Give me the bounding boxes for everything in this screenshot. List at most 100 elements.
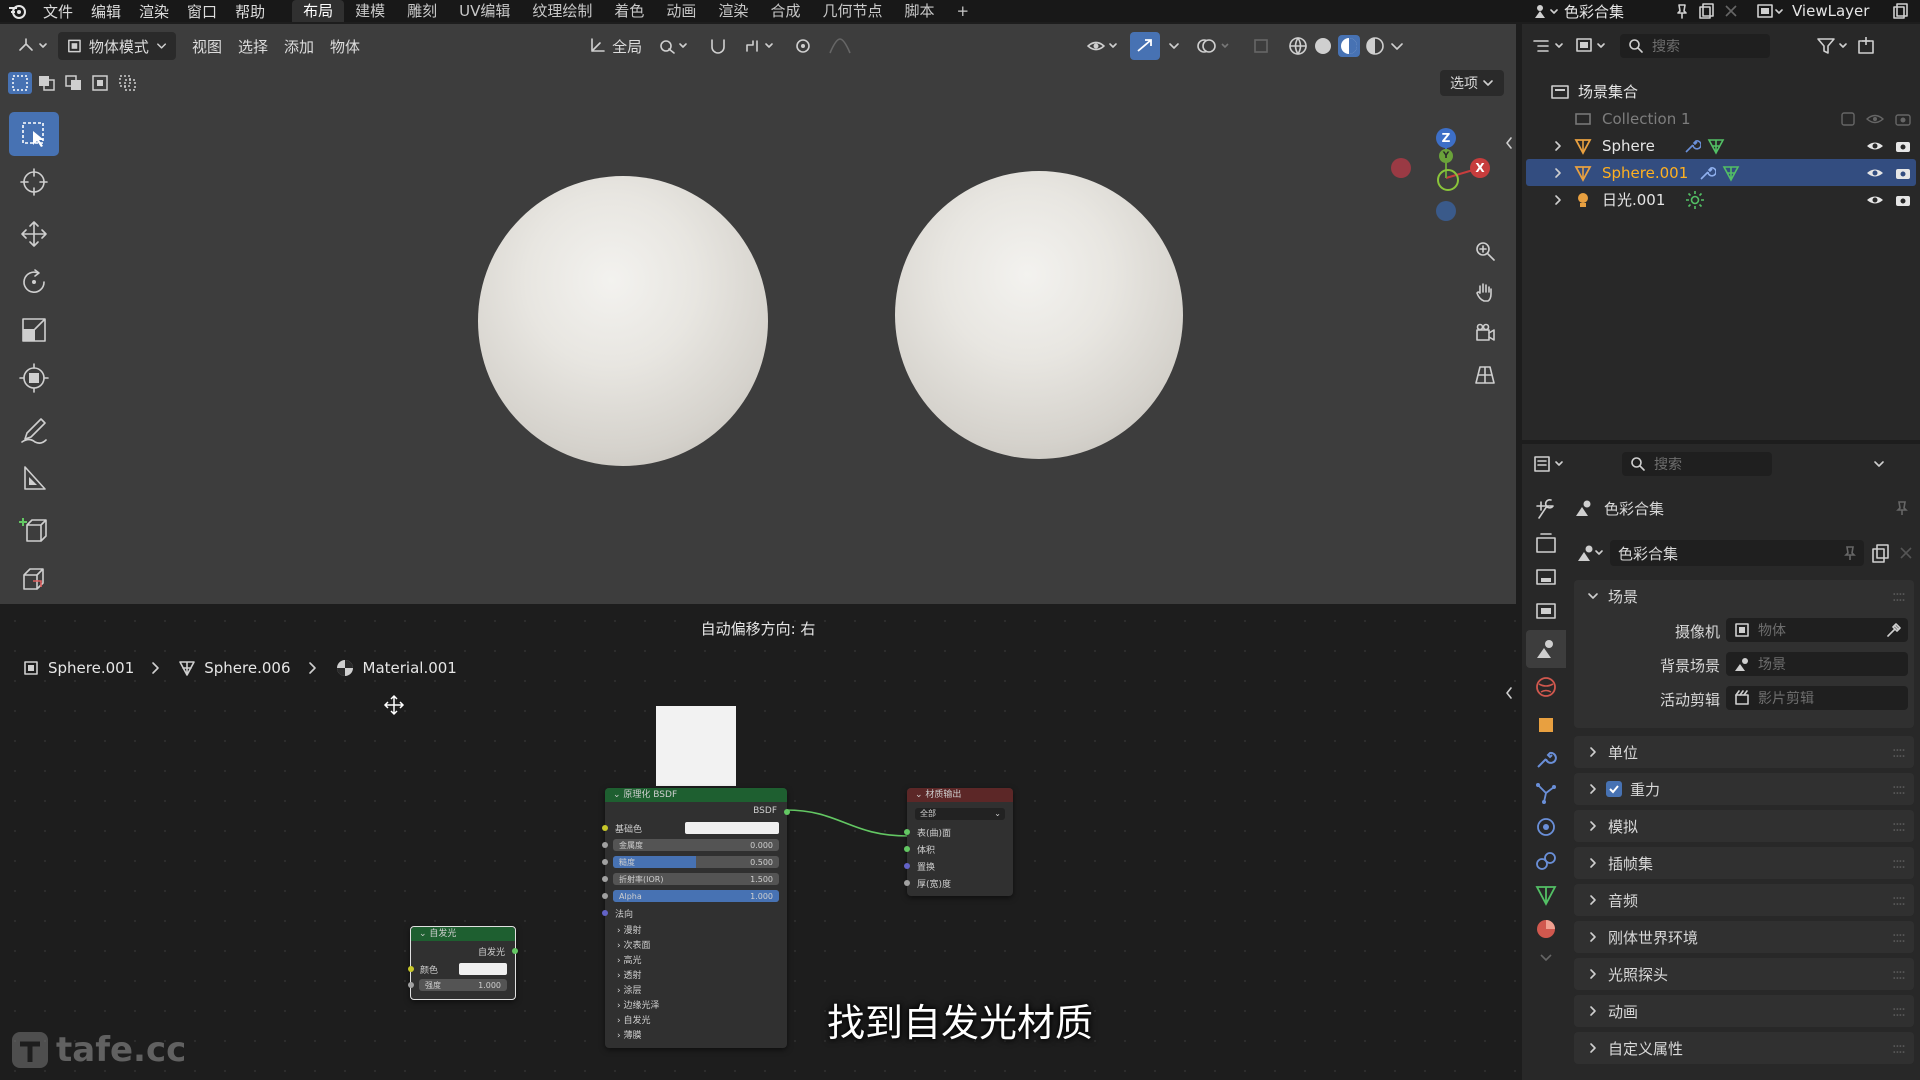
eye-icon[interactable] (1866, 138, 1884, 154)
tab-layout[interactable]: 布局 (292, 0, 345, 22)
overlay-toggle[interactable] (1188, 32, 1244, 60)
eye-icon[interactable] (1866, 165, 1884, 181)
camera-field[interactable]: 物体 (1726, 618, 1908, 642)
gizmo-z-axis[interactable]: Z (1436, 128, 1456, 148)
tab-physics-icon[interactable] (1531, 812, 1561, 842)
drag-handle-icon[interactable]: :::: (1892, 854, 1906, 872)
background-scene-field[interactable]: 场景 (1726, 652, 1908, 676)
add-cube-tool[interactable] (9, 508, 59, 552)
menu-select[interactable]: 选择 (230, 32, 276, 60)
breadcrumb-object[interactable]: Sphere.001 (48, 659, 134, 677)
duplicate-icon[interactable] (1870, 542, 1892, 564)
new-collection-icon[interactable] (1856, 36, 1876, 56)
pivot-point-dropdown[interactable] (650, 32, 700, 60)
ior-socket[interactable] (602, 876, 608, 882)
tab-material-icon[interactable] (1531, 914, 1561, 944)
sidebar-toggle-arrow[interactable] (1504, 136, 1514, 150)
drag-handle-icon[interactable]: :::: (1892, 780, 1906, 798)
base-color-swatch[interactable] (685, 822, 779, 834)
proportional-falloff-dropdown[interactable] (820, 32, 866, 60)
snap-toggle[interactable] (700, 32, 736, 60)
surface-socket[interactable] (904, 829, 910, 835)
panel-light-probes[interactable]: 光照探头 :::: (1574, 958, 1914, 990)
cursor-tool[interactable] (9, 160, 59, 204)
eye-icon[interactable] (1866, 192, 1884, 208)
normal-socket[interactable] (602, 910, 608, 916)
perspective-toggle-button[interactable] (1468, 357, 1502, 391)
bsdf-output-socket[interactable] (784, 809, 790, 815)
tab-more-icon[interactable] (1531, 948, 1561, 968)
modifier-wrench-icon[interactable] (1698, 164, 1717, 182)
display-mode-icon[interactable] (1574, 36, 1614, 56)
gizmo-x-axis[interactable]: X (1470, 158, 1490, 178)
tab-modifier-icon[interactable] (1531, 744, 1561, 774)
output-target-dropdown[interactable]: 全部 ⌄ (915, 808, 1005, 820)
mode-dropdown[interactable]: 物体模式 (58, 32, 176, 60)
bsdf-node-header[interactable]: ⌄ 原理化 BSDF (605, 788, 787, 802)
menu-render[interactable]: 渲染 (130, 1, 178, 22)
tab-render-icon[interactable] (1531, 528, 1561, 558)
tab-view-layer-icon[interactable] (1531, 596, 1561, 626)
rotate-tool[interactable] (9, 260, 59, 304)
view-layer-icon[interactable] (1756, 2, 1784, 20)
scene-name-field[interactable]: 色彩合集 (1564, 1, 1674, 22)
camera-view-button[interactable] (1468, 316, 1502, 350)
ior-slider[interactable]: 折射率(IOR) 1.500 (613, 873, 779, 885)
solid-shading-icon[interactable] (1313, 36, 1333, 56)
outliner-item-collection-1[interactable]: Collection 1 (1522, 105, 1920, 132)
tab-tool-icon[interactable] (1531, 494, 1561, 524)
add-workspace-button[interactable]: + (945, 0, 980, 22)
panel-simulation[interactable]: 模拟 :::: (1574, 810, 1914, 842)
drag-handle-icon[interactable]: :::: (1892, 743, 1906, 761)
annotate-tool[interactable] (9, 408, 59, 452)
editor-type-button[interactable] (8, 32, 58, 60)
new-view-layer-icon[interactable] (1892, 2, 1910, 20)
drag-handle-icon[interactable]: :::: (1892, 928, 1906, 946)
visibility-dropdown[interactable] (1078, 32, 1130, 60)
tab-output-icon[interactable] (1531, 562, 1561, 592)
expand-arrow-icon[interactable] (1552, 139, 1564, 153)
node-sidebar-toggle-arrow[interactable] (1504, 686, 1514, 700)
emission-strength-socket[interactable] (408, 982, 414, 988)
metallic-slider[interactable]: 金属度 0.000 (613, 839, 779, 851)
drag-handle-icon[interactable]: :::: (1892, 965, 1906, 983)
extrude-tool[interactable] (9, 556, 59, 600)
gizmo-toggle[interactable] (1130, 32, 1161, 60)
rendered-shading-icon[interactable] (1365, 36, 1385, 56)
panel-animation[interactable]: 动画 :::: (1574, 995, 1914, 1027)
tab-modeling[interactable]: 建模 (344, 0, 396, 22)
transform-orientation-dropdown[interactable]: 全局 (580, 32, 650, 60)
gravity-checkbox[interactable] (1606, 781, 1622, 797)
panel-gravity[interactable]: 重力 :::: (1574, 773, 1914, 805)
camera-render-icon[interactable] (1894, 138, 1912, 154)
mesh-data-green-icon[interactable] (1722, 164, 1740, 182)
camera-render-icon[interactable] (1894, 192, 1912, 208)
move-tool[interactable] (9, 212, 59, 256)
collapse-arrow-icon[interactable]: ⌄ (613, 790, 621, 800)
shading-options-icon[interactable] (1390, 39, 1404, 53)
modifier-wrench-icon[interactable] (1683, 137, 1701, 155)
tab-scene-active[interactable] (1526, 630, 1566, 668)
emission-strength-slider[interactable]: 强度 1.000 (419, 979, 507, 991)
roughness-slider[interactable]: 糙度 0.500 (613, 856, 779, 868)
tab-compositing[interactable]: 合成 (759, 0, 811, 22)
gizmo-y-axis[interactable]: Y (1439, 149, 1453, 163)
3d-viewport[interactable]: 物体模式 视图 选择 添加 物体 全局 选项 Z Y X (0, 24, 1516, 604)
drag-handle-icon[interactable]: :::: (1892, 1039, 1906, 1057)
breadcrumb-material[interactable]: Material.001 (363, 659, 457, 677)
tab-scripting[interactable]: 脚本 (893, 0, 945, 22)
shading-modes[interactable] (1280, 32, 1412, 60)
drag-handle-icon[interactable]: :::: (1892, 1002, 1906, 1020)
exclude-checkbox-icon[interactable] (1840, 111, 1856, 127)
unlink-icon[interactable] (1898, 545, 1914, 561)
camera-render-icon[interactable] (1894, 165, 1912, 181)
eyedropper-icon[interactable] (1886, 622, 1902, 638)
editor-type-properties-icon[interactable] (1532, 454, 1572, 474)
menu-add[interactable]: 添加 (276, 32, 322, 60)
breadcrumb-mesh[interactable]: Sphere.006 (204, 659, 290, 677)
menu-view[interactable]: 视图 (184, 32, 230, 60)
scale-tool[interactable] (9, 308, 59, 352)
scene-browse-icon[interactable] (1574, 542, 1610, 564)
select-extend-icon[interactable] (35, 72, 59, 94)
scene-icon[interactable] (1532, 2, 1558, 20)
